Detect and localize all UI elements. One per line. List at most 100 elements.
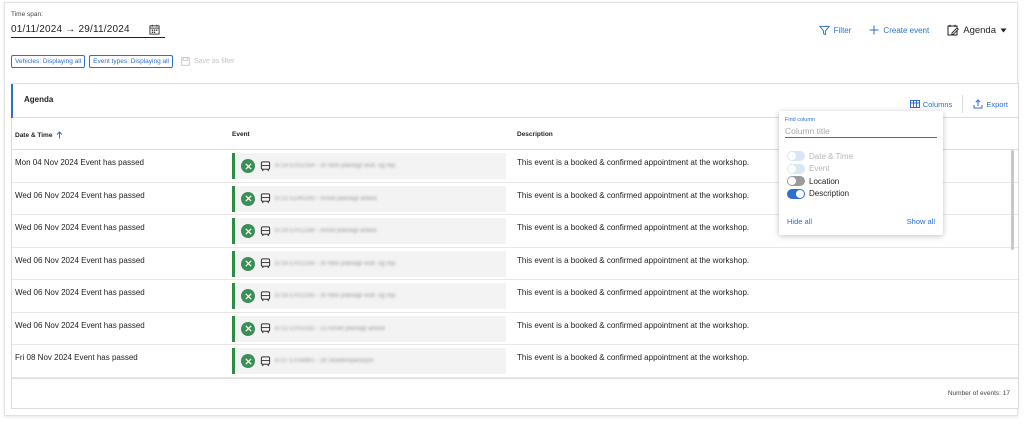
filter-button[interactable]: Filter bbox=[818, 25, 852, 36]
event-title: 8728 EV52165 - 30 Ikke planlagt vedl. og… bbox=[275, 293, 397, 299]
column-toggle-label: Event bbox=[809, 164, 830, 174]
row-event[interactable]: 8734 EV52164 - 30 Ikke planlagt vedl. og… bbox=[232, 250, 506, 277]
table-row[interactable]: Wed 06 Nov 2024 Event has passed 8734 EV… bbox=[12, 248, 1018, 280]
export-button[interactable]: Export bbox=[973, 99, 1008, 109]
event-status-bar bbox=[232, 283, 235, 309]
bus-icon bbox=[260, 355, 271, 366]
timespan-label: Time span: bbox=[11, 11, 43, 18]
filter-chips: Vehicles: Displaying all Event types: Di… bbox=[11, 55, 234, 68]
column-toggle-label: Date & Time bbox=[809, 151, 854, 161]
toggle-switch bbox=[787, 151, 805, 162]
row-date: Wed 06 Nov 2024 Event has passed bbox=[15, 223, 145, 232]
tools-icon bbox=[241, 256, 255, 271]
bus-icon bbox=[260, 290, 271, 301]
plus-icon bbox=[869, 25, 879, 35]
tools-icon bbox=[241, 289, 255, 303]
popup-actions: Hide all Show all bbox=[787, 217, 935, 226]
sort-ascending-icon bbox=[57, 131, 63, 139]
save-icon bbox=[181, 57, 190, 66]
event-title: 8734 EV52164 - 30 Ikke planlagt vedl. og… bbox=[275, 260, 397, 267]
event-types-chip[interactable]: Event types: Displaying all bbox=[89, 55, 173, 68]
filter-label: Filter bbox=[833, 25, 852, 35]
upload-icon bbox=[973, 99, 983, 109]
save-as-filter-label: Save as filter bbox=[194, 58, 235, 65]
columns-icon bbox=[909, 100, 920, 108]
column-header-date-time[interactable]: Date & Time bbox=[15, 131, 63, 139]
app-window: Time span: 01/11/2024 → 29/11/2024 Filte… bbox=[4, 2, 1019, 416]
column-toggle-location[interactable]: Location bbox=[787, 175, 853, 188]
event-title: 8722 ED40260 - Annet planlagt arbeid bbox=[275, 195, 377, 202]
event-title: 8722 EV53182 - 13 Annet planlagt arbeid bbox=[275, 325, 385, 332]
row-event[interactable]: 8722 EV53182 - 13 Annet planlagt arbeid bbox=[232, 315, 506, 342]
columns-label: Columns bbox=[922, 99, 953, 109]
row-date: Mon 04 Nov 2024 Event has passed bbox=[15, 158, 144, 167]
save-as-filter-button[interactable]: Save as filter bbox=[181, 57, 234, 66]
row-date: Wed 06 Nov 2024 Event has passed bbox=[15, 320, 145, 330]
hide-all-button[interactable]: Hide all bbox=[787, 217, 812, 226]
tools-icon bbox=[241, 191, 255, 206]
column-toggle-date-time: Date & Time bbox=[787, 150, 853, 163]
column-toggle-list: Date & Time Event Location Description bbox=[787, 150, 853, 200]
export-label: Export bbox=[986, 99, 1008, 109]
row-event[interactable]: 8737 EV58881 - 26 Skadereparasjon bbox=[232, 348, 506, 374]
event-status-bar bbox=[232, 218, 235, 244]
bus-icon bbox=[260, 258, 271, 269]
bus-icon bbox=[260, 160, 271, 171]
event-status-bar bbox=[232, 153, 235, 179]
timespan-field[interactable]: 01/11/2024 → 29/11/2024 bbox=[11, 22, 165, 38]
divider bbox=[962, 95, 964, 113]
event-count: Number of events: 17 bbox=[947, 390, 1010, 397]
table-row[interactable]: Fri 08 Nov 2024 Event has passed 8737 EV… bbox=[12, 345, 1018, 378]
vehicles-chip[interactable]: Vehicles: Displaying all bbox=[11, 55, 86, 68]
show-all-button[interactable]: Show all bbox=[907, 217, 935, 226]
row-date: Wed 06 Nov 2024 Event has passed bbox=[15, 255, 145, 265]
columns-button[interactable]: Columns bbox=[909, 99, 953, 109]
column-toggle-description[interactable]: Description bbox=[787, 188, 853, 201]
row-description: This event is a booked & confirmed appoi… bbox=[517, 288, 750, 297]
column-toggle-event: Event bbox=[787, 163, 853, 176]
view-selector[interactable]: Agenda bbox=[947, 24, 1007, 36]
table-row[interactable]: Wed 06 Nov 2024 Event has passed 8722 EV… bbox=[12, 313, 1018, 345]
row-description: This event is a booked & confirmed appoi… bbox=[517, 320, 750, 330]
row-description: This event is a booked & confirmed appoi… bbox=[517, 158, 750, 167]
column-header-event-label: Event bbox=[232, 131, 250, 138]
row-description: This event is a booked & confirmed appoi… bbox=[517, 255, 750, 265]
panel-title: Agenda bbox=[24, 95, 54, 104]
table-row[interactable]: Wed 06 Nov 2024 Event has passed 8728 EV… bbox=[12, 280, 1018, 313]
tools-icon bbox=[241, 354, 255, 368]
column-header-event[interactable]: Event bbox=[232, 131, 250, 138]
toggle-switch[interactable] bbox=[787, 176, 805, 187]
column-header-description[interactable]: Description bbox=[517, 131, 553, 138]
create-event-label: Create event bbox=[883, 25, 930, 35]
edit-calendar-icon bbox=[947, 24, 960, 36]
row-date: Wed 06 Nov 2024 Event has passed bbox=[15, 288, 145, 297]
event-status-bar bbox=[232, 250, 235, 277]
row-date: Fri 08 Nov 2024 Event has passed bbox=[15, 353, 138, 362]
tools-icon bbox=[241, 224, 255, 238]
row-event[interactable]: 8729 EV52189 - Annet planlagt arbeid bbox=[232, 218, 506, 244]
row-event[interactable]: 8728 EV52165 - 30 Ikke planlagt vedl. og… bbox=[232, 283, 506, 309]
column-toggle-label: Description bbox=[809, 189, 850, 199]
row-date: Wed 06 Nov 2024 Event has passed bbox=[15, 190, 145, 200]
find-column-input[interactable] bbox=[785, 125, 937, 138]
event-title: 8724 EV52164 - 30 Ikke planlagt vedl. og… bbox=[275, 163, 397, 169]
column-header-date-time-label: Date & Time bbox=[15, 131, 53, 139]
toggle-switch bbox=[787, 163, 805, 174]
scrollbar[interactable] bbox=[1011, 150, 1014, 250]
row-description: This event is a booked & confirmed appoi… bbox=[517, 223, 750, 232]
row-description: This event is a booked & confirmed appoi… bbox=[517, 190, 750, 200]
bus-icon bbox=[260, 193, 271, 204]
row-event[interactable]: 8722 ED40260 - Annet planlagt arbeid bbox=[232, 185, 506, 212]
create-event-button[interactable]: Create event bbox=[869, 25, 929, 35]
filter-icon bbox=[818, 25, 830, 35]
toggle-switch[interactable] bbox=[787, 188, 805, 199]
row-event[interactable]: 8724 EV52164 - 30 Ikke planlagt vedl. og… bbox=[232, 153, 506, 179]
event-status-bar bbox=[232, 315, 235, 342]
tools-icon bbox=[241, 159, 255, 173]
top-toolbar: Filter Create event Agenda bbox=[818, 24, 1007, 36]
column-toggle-label: Location bbox=[809, 176, 840, 186]
columns-popup: Find column Date & Time Event Location D… bbox=[779, 111, 943, 235]
calendar-icon[interactable] bbox=[149, 24, 160, 35]
event-title: 8737 EV58881 - 26 Skadereparasjon bbox=[275, 358, 374, 364]
row-description: This event is a booked & confirmed appoi… bbox=[517, 353, 750, 362]
